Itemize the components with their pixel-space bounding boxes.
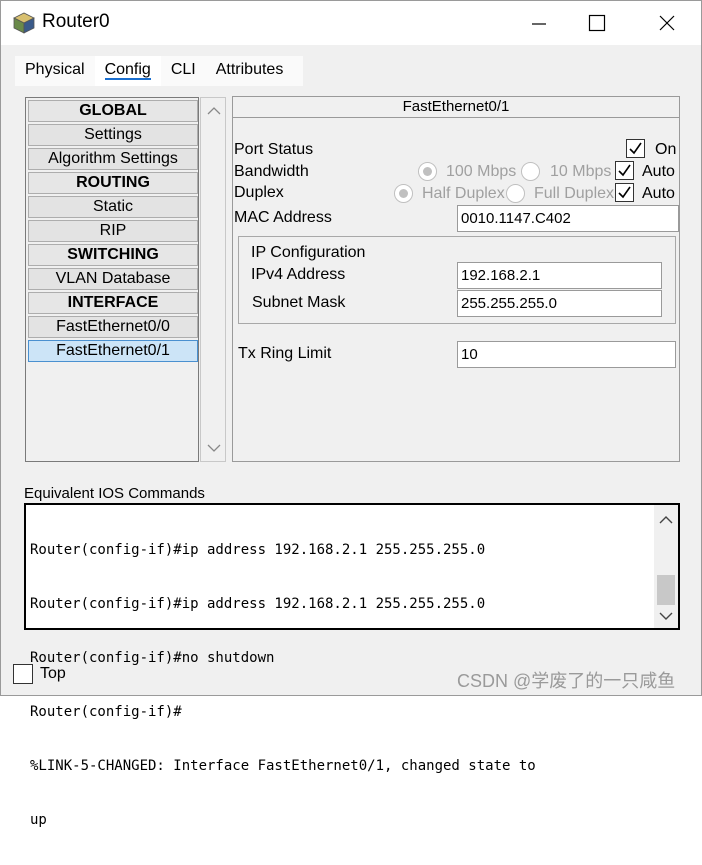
nav-item-vlan-database[interactable]: VLAN Database <box>28 268 198 290</box>
nav-item-static[interactable]: Static <box>28 196 198 218</box>
bandwidth-label: Bandwidth <box>234 163 309 180</box>
bandwidth-auto-label: Auto <box>642 163 675 180</box>
tab-config[interactable]: Config <box>94 56 161 86</box>
top-label: Top <box>40 665 66 682</box>
nav-item-algorithm-settings[interactable]: Algorithm Settings <box>28 148 198 170</box>
console-line: Router(config-if)#no shutdown <box>30 650 275 666</box>
console-line: %LINK-5-CHANGED: Interface FastEthernet0… <box>30 758 536 774</box>
duplex-full-radio[interactable] <box>506 184 525 203</box>
ip-configuration-group: IP Configuration IPv4 Address 192.168.2.… <box>238 236 676 324</box>
ipv4-address-field[interactable]: 192.168.2.1 <box>457 262 662 289</box>
tab-config-label: Config <box>104 61 151 80</box>
port-status-checkbox[interactable] <box>626 139 645 158</box>
tx-ring-limit-label: Tx Ring Limit <box>238 345 332 362</box>
close-button[interactable] <box>644 1 690 45</box>
ipv4-address-label: IPv4 Address <box>251 266 346 283</box>
bandwidth-auto-checkbox[interactable] <box>615 161 634 180</box>
nav-item-settings[interactable]: Settings <box>28 124 198 146</box>
nav-scrollbar[interactable] <box>200 97 226 462</box>
config-nav-list: GLOBAL Settings Algorithm Settings ROUTI… <box>25 97 199 462</box>
duplex-full-label: Full Duplex <box>534 185 615 202</box>
console-line: up <box>30 812 47 828</box>
router-app-icon <box>13 12 35 34</box>
check-icon <box>618 186 631 199</box>
duplex-label: Duplex <box>234 184 284 201</box>
watermark-text: CSDN @学废了的一只咸鱼 <box>457 671 676 691</box>
nav-item-fastethernet0-0[interactable]: FastEthernet0/0 <box>28 316 198 338</box>
console-line: Router(config-if)#ip address 192.168.2.1… <box>30 596 486 612</box>
nav-header-interface[interactable]: INTERFACE <box>28 292 198 314</box>
port-status-on-label: On <box>655 141 677 158</box>
window-title: Router0 <box>42 11 110 32</box>
bandwidth-100-label: 100 Mbps <box>446 163 517 180</box>
bandwidth-10-label: 10 Mbps <box>550 163 612 180</box>
ip-configuration-label: IP Configuration <box>251 244 366 261</box>
nav-header-switching[interactable]: SWITCHING <box>28 244 198 266</box>
tab-physical[interactable]: Physical <box>15 56 95 86</box>
bandwidth-100-radio[interactable] <box>418 162 437 181</box>
interface-title: FastEthernet0/1 <box>233 97 679 118</box>
console-scroll-thumb[interactable] <box>657 575 675 605</box>
tab-cli[interactable]: CLI <box>161 56 206 86</box>
title-bar: Router0 <box>1 1 701 45</box>
scroll-up-icon[interactable] <box>659 515 673 525</box>
ios-commands-console[interactable]: Router(config-if)#ip address 192.168.2.1… <box>24 503 680 828</box>
bandwidth-10-radio[interactable] <box>521 162 540 181</box>
check-icon <box>618 164 631 177</box>
nav-item-rip[interactable]: RIP <box>28 220 198 242</box>
router-config-window: Router0 Physical Config CLI Attributes G… <box>0 0 702 828</box>
console-line: Router(config-if)#ip address 192.168.2.1… <box>30 542 486 558</box>
subnet-mask-label: Subnet Mask <box>252 294 346 311</box>
maximize-icon <box>588 14 606 32</box>
ios-commands-label: Equivalent IOS Commands <box>24 485 205 502</box>
close-icon <box>659 15 675 31</box>
subnet-mask-field[interactable]: 255.255.255.0 <box>457 290 662 317</box>
duplex-auto-checkbox[interactable] <box>615 183 634 202</box>
duplex-auto-label: Auto <box>642 185 675 202</box>
tab-cli-label: CLI <box>170 61 196 78</box>
port-status-label: Port Status <box>234 141 314 158</box>
tab-attributes[interactable]: Attributes <box>206 56 294 86</box>
tab-bar: Physical Config CLI Attributes <box>15 56 293 86</box>
nav-header-global[interactable]: GLOBAL <box>28 100 198 122</box>
minimize-icon <box>532 23 546 25</box>
scroll-down-icon[interactable] <box>207 443 221 453</box>
maximize-button[interactable] <box>574 1 620 45</box>
console-line: Router(config-if)# <box>30 704 182 720</box>
tab-physical-label: Physical <box>25 61 85 78</box>
mac-address-field[interactable]: 0010.1147.C402 <box>457 205 679 232</box>
minimize-button[interactable] <box>516 1 562 45</box>
nav-item-fastethernet0-1[interactable]: FastEthernet0/1 <box>28 340 198 362</box>
interface-config-panel: FastEthernet0/1 Port Status On Bandwidth… <box>232 96 680 462</box>
duplex-half-label: Half Duplex <box>422 185 505 202</box>
mac-address-label: MAC Address <box>234 209 332 226</box>
tab-attributes-label: Attributes <box>215 61 284 78</box>
duplex-half-radio[interactable] <box>394 184 413 203</box>
scroll-up-icon[interactable] <box>207 106 221 116</box>
scroll-down-icon[interactable] <box>659 611 673 621</box>
console-scrollbar[interactable] <box>654 505 678 628</box>
tx-ring-limit-field[interactable]: 10 <box>457 341 676 368</box>
check-icon <box>629 142 642 155</box>
top-checkbox[interactable] <box>13 664 33 684</box>
nav-header-routing[interactable]: ROUTING <box>28 172 198 194</box>
